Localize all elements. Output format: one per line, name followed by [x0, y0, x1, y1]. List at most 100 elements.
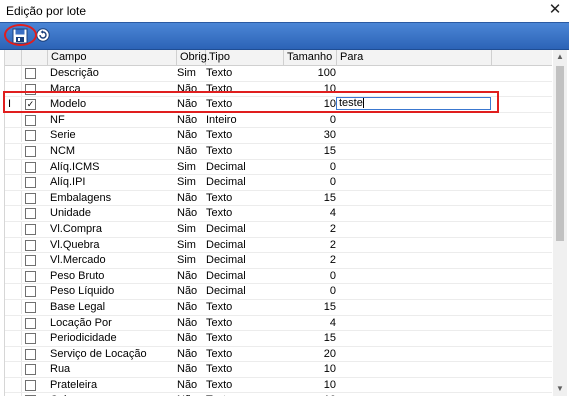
table-row[interactable]: Unidade Não Texto 4	[5, 206, 552, 222]
save-highlight-annotation	[4, 24, 37, 46]
row-checkbox[interactable]	[25, 130, 36, 142]
close-icon[interactable]: ✕	[547, 2, 563, 18]
column-header-tipo[interactable]: Tipo	[206, 50, 284, 65]
cell-tipo: Texto	[206, 207, 233, 220]
cell-obrig: Não	[177, 144, 198, 157]
row-checkbox[interactable]	[25, 68, 36, 79]
row-checkbox[interactable]	[25, 286, 36, 298]
cell-tipo: Decimal	[206, 160, 246, 173]
column-header-tamanho[interactable]: Tamanho	[284, 50, 337, 65]
table-row[interactable]: Descrição Sim Texto 100	[5, 66, 552, 82]
table-row[interactable]: NCM Não Texto 15	[5, 143, 552, 160]
cell-campo: Caixa	[49, 393, 178, 396]
cell-para[interactable]	[338, 331, 491, 345]
row-checkbox[interactable]	[25, 348, 36, 360]
cell-tamanho: 10	[284, 393, 336, 396]
row-checkbox[interactable]	[25, 255, 36, 267]
row-indicator	[5, 377, 22, 392]
table-row[interactable]: CaixaNãoTexto10	[5, 393, 552, 396]
row-checkbox-cell	[23, 160, 37, 174]
table-row[interactable]: Prateleira Não Texto 10	[5, 377, 552, 394]
cell-para[interactable]	[338, 175, 491, 189]
table-row[interactable]: Alíq.IPI Sim Decimal 0	[5, 175, 552, 191]
scroll-thumb[interactable]	[556, 66, 564, 241]
cell-para[interactable]	[338, 300, 491, 314]
row-checkbox[interactable]	[25, 177, 36, 189]
row-indicator	[5, 206, 22, 221]
table-row[interactable]: Base Legal Não Texto 15	[5, 299, 552, 316]
cell-para[interactable]	[338, 128, 491, 142]
column-header-campo[interactable]: Campo	[48, 50, 177, 65]
row-checkbox[interactable]	[25, 208, 36, 220]
cell-para[interactable]	[338, 284, 491, 298]
table-row[interactable]: Vl.Mercado Sim Decimal 2	[5, 253, 552, 269]
cell-para[interactable]	[338, 238, 491, 252]
scroll-down-icon[interactable]: ▼	[553, 382, 567, 396]
undo-icon[interactable]	[36, 28, 52, 44]
table-row[interactable]: Peso Líquido Não Decimal 0	[5, 284, 552, 300]
table-row[interactable]: NF Não Inteiro 0	[5, 112, 552, 129]
column-header-obrig[interactable]: Obrig.	[177, 50, 210, 65]
row-checkbox[interactable]	[25, 192, 36, 204]
row-indicator	[5, 221, 22, 236]
cell-campo: Vl.Compra	[50, 222, 102, 235]
row-checkbox[interactable]	[25, 270, 36, 282]
table-row[interactable]: Locação Por Não Texto 4	[5, 315, 552, 332]
cell-tipo: Decimal	[206, 222, 246, 235]
scroll-up-icon[interactable]: ▲	[553, 50, 567, 64]
table-row[interactable]: Embalagens Não Texto 15	[5, 190, 552, 207]
row-indicator	[5, 128, 22, 143]
row-checkbox-cell	[23, 316, 37, 330]
table-row[interactable]: Vl.Compra Sim Decimal 2	[5, 221, 552, 238]
cell-para[interactable]	[338, 269, 491, 283]
cell-para[interactable]	[338, 316, 491, 330]
vertical-scrollbar[interactable]: ▲ ▼	[553, 50, 567, 396]
row-indicator	[5, 190, 22, 205]
row-checkbox[interactable]	[25, 379, 36, 391]
column-header-para[interactable]: Para	[337, 50, 492, 65]
cell-tamanho: 20	[323, 347, 336, 360]
table-row[interactable]: Periodicidade Não Texto 15	[5, 331, 552, 347]
table-row[interactable]: Peso Bruto Não Decimal 0	[5, 268, 552, 285]
cell-para[interactable]	[338, 362, 491, 376]
cell-para[interactable]	[338, 253, 491, 267]
row-checkbox[interactable]	[25, 317, 36, 329]
row-checkbox-cell	[23, 66, 37, 80]
cell-campo: Vl.Mercado	[50, 254, 106, 267]
cell-obrig: Não	[177, 191, 198, 204]
cell-tamanho: 15	[323, 191, 336, 204]
cell-para[interactable]	[338, 393, 491, 396]
table-row[interactable]: Serie Não Texto 30	[5, 128, 552, 144]
cell-para[interactable]	[338, 66, 491, 80]
cell-para[interactable]	[338, 113, 491, 127]
row-checkbox[interactable]	[25, 395, 36, 396]
cell-tamanho: 0	[329, 160, 336, 173]
row-checkbox[interactable]	[25, 364, 36, 376]
cell-tamanho: 2	[329, 238, 336, 251]
cell-campo: Serviço de Locação	[50, 347, 147, 360]
table-row[interactable]: Serviço de Locação Não Texto 20	[5, 346, 552, 363]
row-checkbox[interactable]	[25, 333, 36, 345]
cell-para[interactable]	[338, 347, 491, 361]
row-checkbox[interactable]	[25, 114, 36, 126]
cell-campo: Prateleira	[50, 378, 98, 391]
table-row[interactable]: Alíq.ICMS Sim Decimal 0	[5, 159, 552, 176]
cell-tipo: Inteiro	[206, 113, 237, 126]
row-checkbox[interactable]	[25, 223, 36, 235]
cell-para[interactable]	[338, 144, 491, 158]
cell-para[interactable]	[338, 206, 491, 220]
row-indicator	[5, 284, 22, 299]
row-checkbox-cell	[23, 253, 37, 267]
row-checkbox[interactable]	[25, 161, 36, 173]
row-checkbox[interactable]	[25, 239, 36, 251]
row-checkbox[interactable]	[25, 145, 36, 157]
cell-para[interactable]	[338, 222, 491, 236]
grid-header: Campo Obrig. Tipo Tamanho Para	[5, 50, 552, 66]
cell-para[interactable]	[338, 378, 491, 392]
table-row[interactable]: Vl.Quebra Sim Decimal 2	[5, 237, 552, 254]
row-checkbox[interactable]	[25, 301, 36, 313]
table-row[interactable]: Rua Não Texto 10	[5, 362, 552, 378]
cell-para[interactable]	[338, 160, 491, 174]
cell-para[interactable]	[338, 191, 491, 205]
cell-tamanho: 2	[329, 254, 336, 267]
